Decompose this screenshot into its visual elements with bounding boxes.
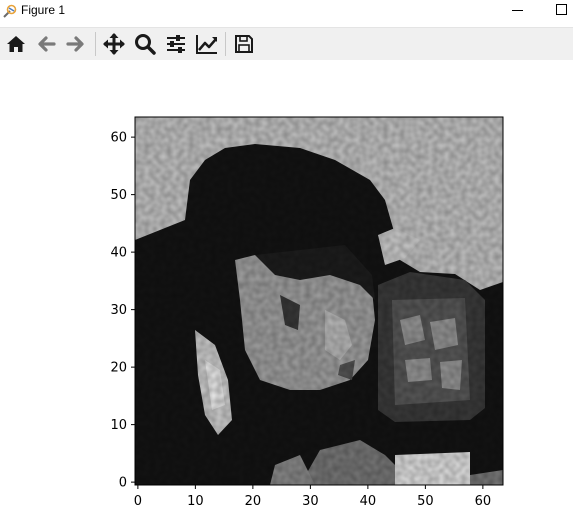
home-button[interactable] [3,31,29,57]
y-tick-label: 50 [110,188,127,203]
pan-button[interactable] [101,31,127,57]
configure-subplots-button[interactable] [163,31,189,57]
y-tick-label: 40 [110,246,127,261]
y-tick-label: 30 [110,303,127,318]
x-tick-label: 60 [475,494,492,509]
back-button[interactable] [33,31,59,57]
magnifier-icon [133,32,157,56]
y-tick-label: 10 [110,418,127,433]
edit-axes-button[interactable] [194,31,220,57]
navigation-toolbar [0,27,573,61]
maximize-button[interactable] [550,0,573,22]
x-tick-label: 30 [302,494,319,509]
arrow-right-icon [65,33,87,55]
save-button[interactable] [231,31,257,57]
axes-plot[interactable]: 0 10 20 30 40 50 60 0 10 20 30 40 50 60 [0,60,573,531]
line-chart-icon [195,32,219,56]
home-icon [5,33,27,55]
y-tick-label: 20 [110,361,127,376]
x-tick-label: 20 [245,494,262,509]
x-tick-label: 40 [360,494,377,509]
y-axis: 0 10 20 30 40 50 60 [110,131,135,491]
grayscale-image [135,117,503,485]
y-tick-label: 0 [119,476,127,491]
move-icon [102,32,126,56]
forward-button[interactable] [63,31,89,57]
window-title: Figure 1 [21,3,66,17]
matplotlib-icon [2,3,18,23]
arrow-left-icon [35,33,57,55]
zoom-button[interactable] [132,31,158,57]
toolbar-separator [95,32,96,56]
toolbar-separator [225,32,226,56]
window-titlebar: Figure 1 [0,0,573,22]
minimize-button[interactable] [506,0,530,22]
x-tick-label: 0 [134,494,142,509]
x-axis: 0 10 20 30 40 50 60 [134,485,491,509]
y-tick-label: 60 [110,131,127,146]
figure-canvas[interactable]: 0 10 20 30 40 50 60 0 10 20 30 40 50 60 [0,60,573,531]
x-tick-label: 10 [187,494,204,509]
x-tick-label: 50 [417,494,434,509]
floppy-disk-icon [233,33,255,55]
sliders-icon [164,32,188,56]
